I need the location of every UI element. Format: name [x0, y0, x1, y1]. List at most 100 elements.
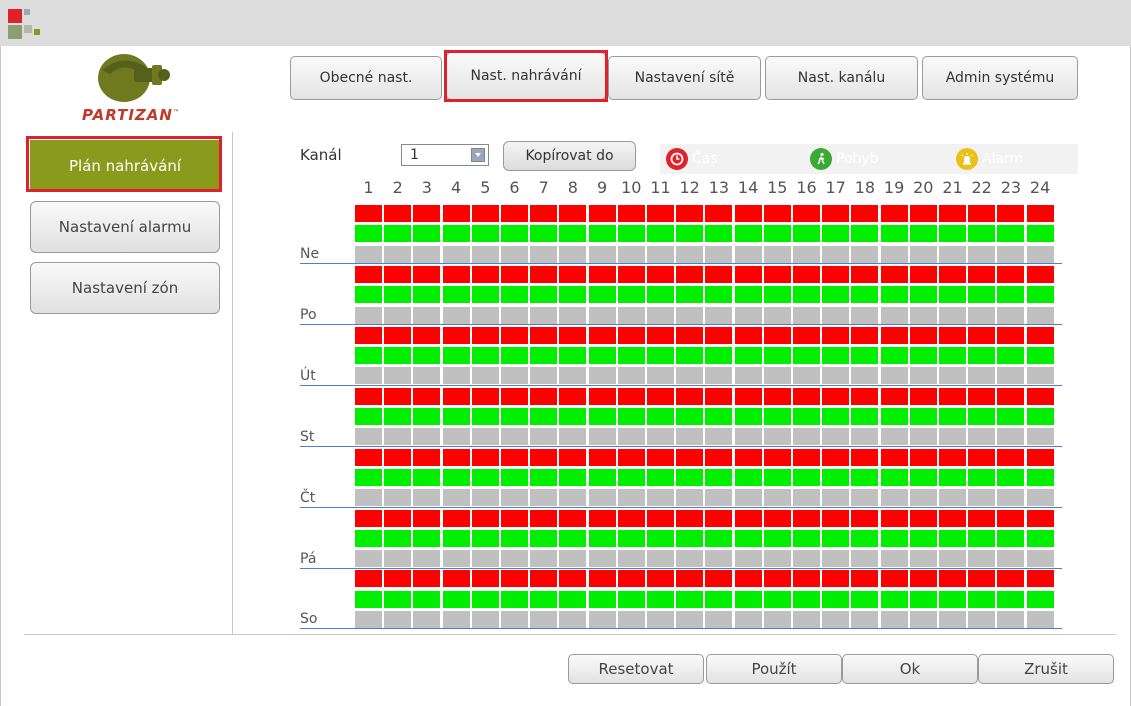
- time-slot[interactable]: [501, 570, 528, 588]
- time-slot[interactable]: [939, 570, 966, 588]
- time-slot[interactable]: [705, 205, 733, 222]
- motion-slot[interactable]: [588, 225, 616, 243]
- alarm-slot[interactable]: [384, 306, 412, 324]
- alarm-slot[interactable]: [997, 306, 1025, 324]
- time-slot[interactable]: [997, 448, 1025, 466]
- alarm-slot[interactable]: [997, 367, 1025, 385]
- alarm-slot[interactable]: [705, 611, 733, 628]
- alarm-slot[interactable]: [763, 550, 791, 568]
- time-slot[interactable]: [734, 205, 762, 222]
- reset-button[interactable]: Resetovat: [568, 654, 704, 684]
- time-slot[interactable]: [384, 570, 412, 588]
- motion-slot[interactable]: [413, 529, 441, 547]
- alarm-slot[interactable]: [734, 306, 762, 324]
- alarm-slot[interactable]: [763, 306, 791, 324]
- motion-slot[interactable]: [413, 590, 441, 608]
- motion-slot[interactable]: [734, 468, 762, 486]
- time-slot[interactable]: [880, 448, 908, 466]
- time-slot[interactable]: [442, 509, 470, 527]
- motion-slot[interactable]: [880, 408, 908, 425]
- time-slot[interactable]: [617, 205, 645, 222]
- motion-slot[interactable]: [647, 529, 674, 547]
- alarm-slot[interactable]: [530, 611, 558, 628]
- time-slot[interactable]: [851, 205, 879, 222]
- alarm-slot[interactable]: [822, 611, 850, 628]
- alarm-slot[interactable]: [559, 428, 587, 446]
- motion-slot[interactable]: [705, 347, 733, 365]
- motion-slot[interactable]: [1026, 590, 1054, 608]
- motion-slot[interactable]: [822, 286, 850, 304]
- motion-slot[interactable]: [355, 225, 382, 243]
- motion-slot[interactable]: [559, 529, 587, 547]
- time-slot[interactable]: [939, 205, 966, 222]
- motion-slot[interactable]: [880, 286, 908, 304]
- time-slot[interactable]: [763, 509, 791, 527]
- motion-slot[interactable]: [909, 408, 937, 425]
- alarm-slot[interactable]: [501, 306, 528, 324]
- time-slot[interactable]: [413, 387, 441, 405]
- time-slot[interactable]: [705, 570, 733, 588]
- alarm-slot[interactable]: [647, 550, 674, 568]
- time-slot[interactable]: [501, 509, 528, 527]
- motion-slot[interactable]: [705, 286, 733, 304]
- alarm-slot[interactable]: [734, 428, 762, 446]
- alarm-slot[interactable]: [617, 367, 645, 385]
- time-slot[interactable]: [413, 448, 441, 466]
- chevron-down-icon[interactable]: [471, 148, 485, 162]
- time-slot[interactable]: [851, 570, 879, 588]
- motion-slot[interactable]: [1026, 408, 1054, 425]
- alarm-slot[interactable]: [705, 245, 733, 263]
- time-slot[interactable]: [559, 205, 587, 222]
- time-slot[interactable]: [384, 326, 412, 344]
- motion-slot[interactable]: [968, 590, 996, 608]
- motion-slot[interactable]: [997, 286, 1025, 304]
- alarm-slot[interactable]: [588, 489, 616, 507]
- alarm-slot[interactable]: [822, 550, 850, 568]
- alarm-slot[interactable]: [939, 489, 966, 507]
- motion-slot[interactable]: [822, 408, 850, 425]
- time-slot[interactable]: [793, 265, 820, 283]
- alarm-slot[interactable]: [647, 245, 674, 263]
- motion-slot[interactable]: [647, 286, 674, 304]
- time-slot[interactable]: [471, 509, 499, 527]
- alarm-slot[interactable]: [559, 367, 587, 385]
- motion-slot[interactable]: [793, 468, 820, 486]
- motion-slot[interactable]: [471, 529, 499, 547]
- alarm-slot[interactable]: [471, 489, 499, 507]
- alarm-slot[interactable]: [355, 550, 382, 568]
- motion-slot[interactable]: [617, 347, 645, 365]
- time-slot[interactable]: [355, 387, 382, 405]
- alarm-slot[interactable]: [413, 611, 441, 628]
- time-slot[interactable]: [413, 326, 441, 344]
- alarm-slot[interactable]: [997, 550, 1025, 568]
- motion-slot[interactable]: [471, 590, 499, 608]
- time-slot[interactable]: [1026, 570, 1054, 588]
- alarm-slot[interactable]: [676, 245, 704, 263]
- time-slot[interactable]: [822, 265, 850, 283]
- motion-slot[interactable]: [822, 225, 850, 243]
- alarm-slot[interactable]: [588, 428, 616, 446]
- alarm-slot[interactable]: [997, 489, 1025, 507]
- time-slot[interactable]: [968, 387, 996, 405]
- alarm-slot[interactable]: [734, 550, 762, 568]
- time-slot[interactable]: [647, 265, 674, 283]
- time-slot[interactable]: [880, 265, 908, 283]
- motion-slot[interactable]: [530, 408, 558, 425]
- time-slot[interactable]: [822, 509, 850, 527]
- alarm-slot[interactable]: [501, 245, 528, 263]
- time-slot[interactable]: [763, 387, 791, 405]
- alarm-slot[interactable]: [968, 306, 996, 324]
- time-slot[interactable]: [355, 448, 382, 466]
- alarm-slot[interactable]: [763, 367, 791, 385]
- alarm-slot[interactable]: [355, 245, 382, 263]
- motion-slot[interactable]: [763, 408, 791, 425]
- motion-slot[interactable]: [588, 347, 616, 365]
- alarm-slot[interactable]: [471, 428, 499, 446]
- time-slot[interactable]: [997, 205, 1025, 222]
- time-slot[interactable]: [355, 265, 382, 283]
- alarm-slot[interactable]: [530, 428, 558, 446]
- motion-slot[interactable]: [617, 529, 645, 547]
- time-slot[interactable]: [705, 387, 733, 405]
- motion-slot[interactable]: [355, 408, 382, 425]
- time-slot[interactable]: [909, 205, 937, 222]
